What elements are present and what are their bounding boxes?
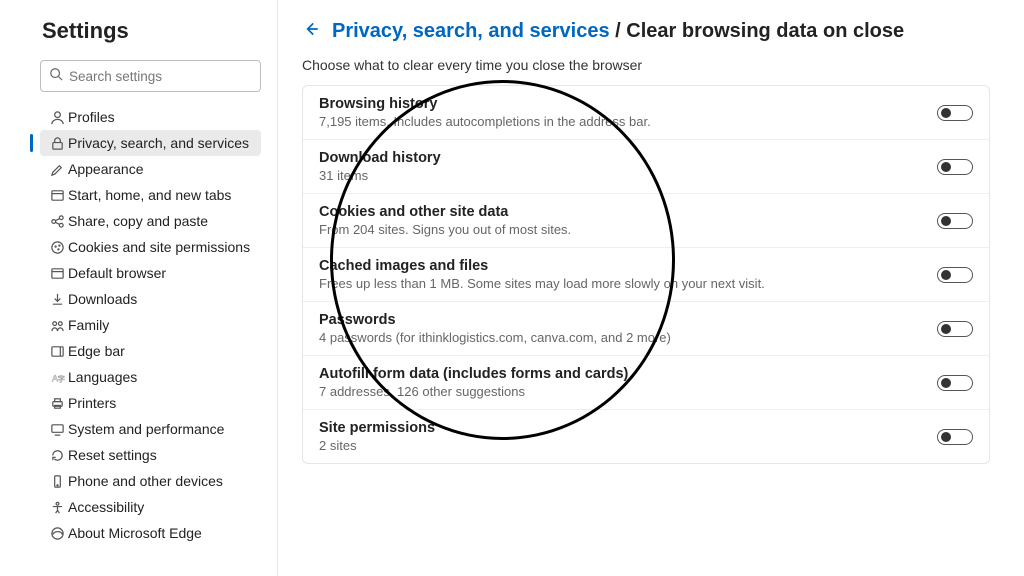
row-title: Site permissions (319, 420, 917, 436)
phone-icon (46, 474, 68, 489)
sidebar-item-label: Start, home, and new tabs (68, 187, 231, 203)
profile-icon (46, 110, 68, 125)
row-autofill: Autofill form data (includes forms and c… (303, 356, 989, 410)
sidebar-item-profiles[interactable]: Profiles (40, 104, 261, 130)
row-sub: 2 sites (319, 438, 917, 453)
cookies-icon (46, 240, 68, 255)
row-download-history: Download history 31 items (303, 140, 989, 194)
sidebar-nav: Profiles Privacy, search, and services A… (40, 104, 261, 546)
sidebar-item-label: Edge bar (68, 343, 125, 359)
page-title: Settings (42, 18, 261, 44)
sidebar-item-accessibility[interactable]: Accessibility (40, 494, 261, 520)
sidebar-item-label: Share, copy and paste (68, 213, 208, 229)
row-title: Browsing history (319, 96, 917, 112)
row-sub: 7 addresses, 126 other suggestions (319, 384, 917, 399)
sidebar-item-privacy[interactable]: Privacy, search, and services (40, 130, 261, 156)
sidebar-item-label: Privacy, search, and services (68, 135, 249, 151)
edge-icon (46, 526, 68, 541)
appearance-icon (46, 162, 68, 177)
sidebar-item-phone[interactable]: Phone and other devices (40, 468, 261, 494)
tab-icon (46, 188, 68, 203)
row-sub: 31 items (319, 168, 917, 183)
row-title: Cookies and other site data (319, 204, 917, 220)
row-sub: Frees up less than 1 MB. Some sites may … (319, 276, 917, 291)
breadcrumb: Privacy, search, and services / Clear br… (302, 20, 990, 43)
language-icon: A字 (46, 370, 68, 385)
toggle-passwords[interactable] (937, 321, 973, 337)
row-title: Download history (319, 150, 917, 166)
row-title: Cached images and files (319, 258, 917, 274)
toggle-download-history[interactable] (937, 159, 973, 175)
sidebar-item-label: Downloads (68, 291, 137, 307)
toggle-cache[interactable] (937, 267, 973, 283)
sidebar-item-family[interactable]: Family (40, 312, 261, 338)
row-sub: 4 passwords (for ithinklogistics.com, ca… (319, 330, 917, 345)
search-icon (49, 67, 63, 86)
row-cache: Cached images and files Frees up less th… (303, 248, 989, 302)
sidebar-item-system[interactable]: System and performance (40, 416, 261, 442)
sidebar-item-share[interactable]: Share, copy and paste (40, 208, 261, 234)
back-button[interactable] (302, 20, 320, 43)
breadcrumb-parent[interactable]: Privacy, search, and services (332, 20, 610, 42)
search-input[interactable] (63, 69, 252, 84)
sidebar-item-label: Accessibility (68, 499, 144, 515)
browser-icon (46, 266, 68, 281)
family-icon (46, 318, 68, 333)
clear-on-close-panel: Browsing history 7,195 items. Includes a… (302, 85, 990, 464)
search-settings[interactable] (40, 60, 261, 92)
sidebar-item-printers[interactable]: Printers (40, 390, 261, 416)
row-sub: 7,195 items. Includes autocompletions in… (319, 114, 917, 129)
svg-text:字: 字 (57, 373, 65, 383)
row-passwords: Passwords 4 passwords (for ithinklogisti… (303, 302, 989, 356)
toggle-site-permissions[interactable] (937, 429, 973, 445)
sidebar-item-label: System and performance (68, 421, 224, 437)
reset-icon (46, 448, 68, 463)
accessibility-icon (46, 500, 68, 515)
sidebar-item-label: About Microsoft Edge (68, 525, 202, 541)
sidebar-item-label: Cookies and site permissions (68, 239, 250, 255)
breadcrumb-current: Clear browsing data on close (626, 20, 904, 42)
sidebar-item-cookies[interactable]: Cookies and site permissions (40, 234, 261, 260)
toggle-cookies[interactable] (937, 213, 973, 229)
sidebar-item-reset[interactable]: Reset settings (40, 442, 261, 468)
share-icon (46, 214, 68, 229)
download-icon (46, 292, 68, 307)
sidebar-item-start[interactable]: Start, home, and new tabs (40, 182, 261, 208)
row-browsing-history: Browsing history 7,195 items. Includes a… (303, 86, 989, 140)
section-subtitle: Choose what to clear every time you clos… (302, 57, 990, 73)
sidebar-item-label: Languages (68, 369, 137, 385)
row-site-permissions: Site permissions 2 sites (303, 410, 989, 463)
row-title: Autofill form data (includes forms and c… (319, 366, 917, 382)
sidebar-item-label: Family (68, 317, 109, 333)
sidebar-item-edgebar[interactable]: Edge bar (40, 338, 261, 364)
edgebar-icon (46, 344, 68, 359)
sidebar-item-label: Printers (68, 395, 116, 411)
row-sub: From 204 sites. Signs you out of most si… (319, 222, 917, 237)
sidebar-item-appearance[interactable]: Appearance (40, 156, 261, 182)
main-content: Privacy, search, and services / Clear br… (278, 0, 1024, 576)
sidebar-item-downloads[interactable]: Downloads (40, 286, 261, 312)
sidebar-item-default-browser[interactable]: Default browser (40, 260, 261, 286)
sidebar-item-label: Profiles (68, 109, 115, 125)
lock-icon (46, 136, 68, 151)
toggle-browsing-history[interactable] (937, 105, 973, 121)
settings-sidebar: Settings Profiles Privacy, search, and s… (0, 0, 278, 576)
printer-icon (46, 396, 68, 411)
sidebar-item-languages[interactable]: A字 Languages (40, 364, 261, 390)
sidebar-item-label: Phone and other devices (68, 473, 223, 489)
row-cookies: Cookies and other site data From 204 sit… (303, 194, 989, 248)
sidebar-item-label: Reset settings (68, 447, 157, 463)
breadcrumb-sep: / (610, 20, 627, 42)
toggle-autofill[interactable] (937, 375, 973, 391)
row-title: Passwords (319, 312, 917, 328)
sidebar-item-about[interactable]: About Microsoft Edge (40, 520, 261, 546)
sidebar-item-label: Default browser (68, 265, 166, 281)
system-icon (46, 422, 68, 437)
sidebar-item-label: Appearance (68, 161, 144, 177)
